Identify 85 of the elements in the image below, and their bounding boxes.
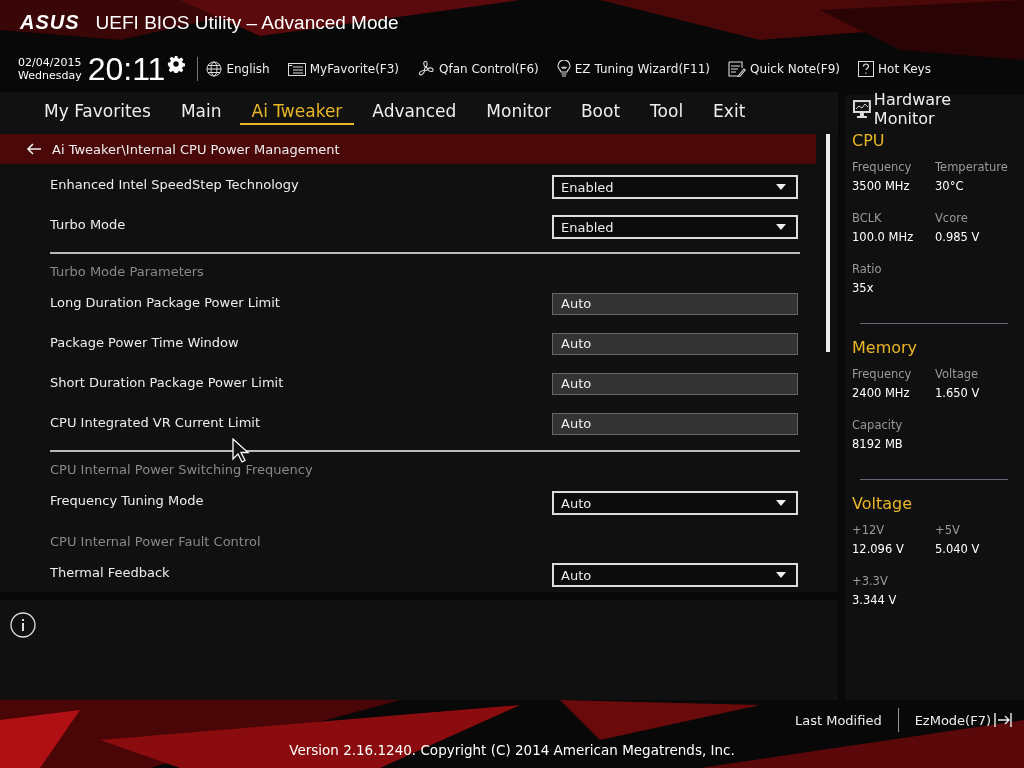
- metric-value: 100.0 MHz: [852, 230, 915, 244]
- toolbar-button[interactable]: Quick Note(F9): [727, 60, 840, 77]
- setting-label: Frequency Tuning Mode: [50, 492, 205, 508]
- metric-value: 3500 MHz: [852, 179, 911, 193]
- monitor-icon: [852, 99, 872, 119]
- setting-label: Enhanced Intel SpeedStep Technology: [50, 176, 300, 192]
- dropdown[interactable]: Enabled: [552, 175, 798, 199]
- note-icon: [727, 60, 746, 77]
- setting-label: CPU Integrated VR Current Limit: [50, 414, 262, 430]
- scrollbar-thumb[interactable]: [826, 134, 830, 352]
- toolbar-button[interactable]: EZ Tuning Wizard(F11): [556, 59, 710, 78]
- value-field[interactable]: Auto: [552, 293, 798, 315]
- menu-tab[interactable]: Exit: [701, 97, 758, 125]
- metric-label: Capacity: [852, 418, 904, 432]
- back-arrow-icon[interactable]: [26, 143, 42, 155]
- metric-value: 5.040 V: [935, 542, 981, 556]
- dropdown[interactable]: Enabled: [552, 215, 798, 239]
- metric-value: 12.096 V: [852, 542, 905, 556]
- metric-label: Vcore: [935, 211, 969, 225]
- dropdown[interactable]: Auto: [552, 491, 798, 515]
- menu-tab[interactable]: Monitor: [474, 97, 563, 125]
- clock-time: 20:11: [87, 51, 166, 88]
- mouse-cursor-icon: [232, 438, 250, 464]
- metric-value: 2400 MHz: [852, 386, 911, 400]
- value-field[interactable]: Auto: [552, 373, 798, 395]
- metric-value: 8192 MB: [852, 437, 904, 451]
- fan-icon: [417, 59, 436, 78]
- metric-label: Ratio: [852, 262, 883, 276]
- date-text: 02/04/2015: [18, 55, 82, 69]
- caret-icon: [776, 500, 786, 506]
- setting-label: Turbo Mode: [50, 216, 127, 232]
- globe-icon: [206, 60, 223, 77]
- dropdown[interactable]: Auto: [552, 563, 798, 587]
- toolbar-button[interactable]: Hot Keys: [858, 60, 931, 77]
- menu-tab[interactable]: Boot: [568, 97, 633, 125]
- toolbar-button[interactable]: Qfan Control(F6): [417, 59, 539, 78]
- setting-label: Short Duration Package Power Limit: [50, 374, 285, 390]
- caret-icon: [776, 184, 786, 190]
- breadcrumb-path: Ai Tweaker\Internal CPU Power Management: [52, 141, 340, 157]
- section-heading: CPU Internal Power Switching Frequency: [49, 461, 314, 479]
- group-heading: Memory: [852, 338, 919, 357]
- metric-label: Frequency: [852, 160, 913, 174]
- metric-value: 3.344 V: [852, 593, 898, 607]
- metric-label: +3.3V: [852, 574, 889, 588]
- menu-tab[interactable]: Ai Tweaker: [239, 97, 355, 125]
- setting-label: Package Power Time Window: [50, 334, 240, 350]
- ez-mode-button[interactable]: EzMode(F7): [914, 712, 1012, 728]
- last-modified-button[interactable]: Last Modified: [794, 712, 882, 728]
- setting-label: Thermal Feedback: [50, 564, 171, 580]
- metric-value: 35x: [852, 281, 875, 295]
- metric-value: 0.985 V: [935, 230, 981, 244]
- lightbulb-icon: [556, 59, 571, 78]
- settings-icon[interactable]: [167, 55, 186, 73]
- toolbar-button[interactable]: English: [206, 60, 270, 77]
- group-heading: Voltage: [852, 494, 913, 513]
- metric-label: Temperature: [935, 160, 1009, 174]
- panel-title: Hardware Monitor: [873, 90, 953, 128]
- section-heading: CPU Internal Power Fault Control: [49, 533, 262, 551]
- question-icon: [858, 60, 874, 77]
- list-icon: [287, 61, 306, 76]
- caret-icon: [776, 224, 786, 230]
- menu-tab[interactable]: Advanced: [360, 97, 469, 125]
- copyright-text: Version 2.16.1240. Copyright (C) 2014 American Megatrends, Inc.: [289, 742, 735, 758]
- toolbar-button[interactable]: MyFavorite(F3): [287, 61, 400, 76]
- logo: ASUS: [20, 11, 80, 34]
- metric-label: BCLK: [852, 211, 883, 225]
- menu-tab[interactable]: Tool: [638, 97, 696, 125]
- value-field[interactable]: Auto: [552, 333, 798, 355]
- menu-tab[interactable]: Main: [168, 97, 234, 125]
- metric-label: +12V: [852, 523, 886, 537]
- metric-label: Frequency: [852, 367, 913, 381]
- metric-label: Voltage: [935, 367, 980, 381]
- section-heading: Turbo Mode Parameters: [49, 263, 205, 281]
- group-heading: CPU: [852, 131, 886, 150]
- metric-value: 30°C: [935, 179, 965, 193]
- setting-label: Long Duration Package Power Limit: [50, 294, 281, 310]
- info-icon[interactable]: [10, 612, 36, 638]
- window-title: UEFI BIOS Utility – Advanced Mode: [95, 11, 399, 34]
- weekday-text: Wednesday: [18, 68, 82, 82]
- caret-icon: [776, 572, 786, 578]
- exit-icon: [994, 712, 1012, 728]
- metric-value: 1.650 V: [935, 386, 981, 400]
- metric-label: +5V: [935, 523, 961, 537]
- menu-tab[interactable]: My Favorites: [32, 97, 163, 125]
- value-field[interactable]: Auto: [552, 413, 798, 435]
